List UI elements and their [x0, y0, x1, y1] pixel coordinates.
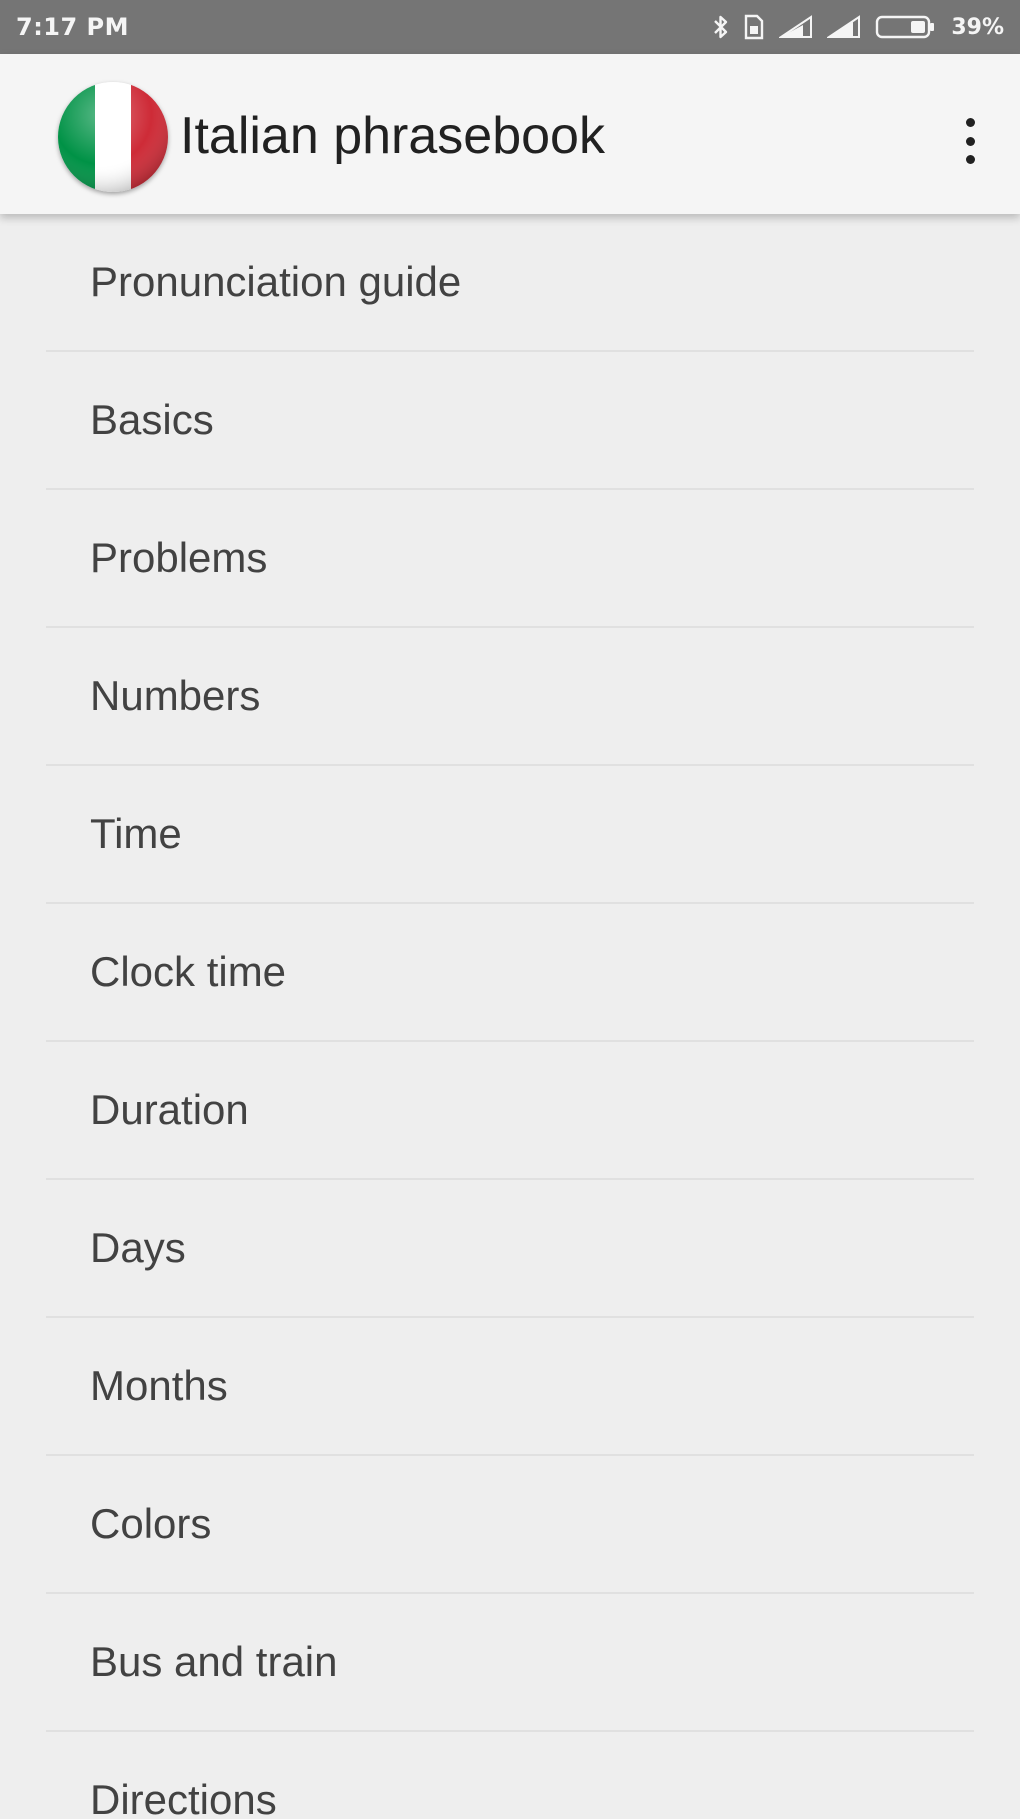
sim-icon	[743, 14, 765, 40]
list-item[interactable]: Numbers	[0, 628, 1020, 766]
list-item-label: Months	[90, 1362, 228, 1409]
bluetooth-icon	[713, 14, 729, 40]
list-item[interactable]: Duration	[0, 1042, 1020, 1180]
list-item-label: Directions	[90, 1776, 277, 1819]
list-item-label: Time	[90, 810, 182, 857]
list-item[interactable]: Clock time	[0, 904, 1020, 1042]
list-item[interactable]: Colors	[0, 1456, 1020, 1594]
status-time: 7:17 PM	[16, 13, 130, 41]
topic-list: Pronunciation guide Basics Problems Numb…	[0, 214, 1020, 1819]
list-item[interactable]: Days	[0, 1180, 1020, 1318]
list-item-label: Problems	[90, 534, 268, 581]
more-options-button[interactable]	[950, 112, 990, 170]
italian-flag-icon	[58, 82, 168, 192]
app-bar: Italian phrasebook	[0, 54, 1020, 214]
status-icons: 39%	[713, 10, 1004, 44]
signal-icon	[827, 15, 861, 39]
list-item-label: Pronunciation guide	[90, 258, 462, 305]
list-item[interactable]: Months	[0, 1318, 1020, 1456]
screen: 7:17 PM 39% Italian phrasebook Pronuncia…	[0, 0, 1020, 1819]
status-bar: 7:17 PM 39%	[0, 0, 1020, 54]
list-item[interactable]: Bus and train	[0, 1594, 1020, 1732]
list-item[interactable]: Directions	[0, 1732, 1020, 1819]
battery-percent: 39%	[951, 14, 1004, 40]
list-item-label: Numbers	[90, 672, 261, 719]
more-vert-icon	[965, 118, 975, 127]
list-item[interactable]: Time	[0, 766, 1020, 904]
list-item-label: Bus and train	[90, 1638, 338, 1685]
signal-icon	[779, 15, 813, 39]
list-item-label: Colors	[90, 1500, 212, 1547]
list-item-label: Days	[90, 1224, 186, 1271]
battery-icon	[875, 14, 937, 40]
list-item[interactable]: Problems	[0, 490, 1020, 628]
list-item[interactable]: Basics	[0, 352, 1020, 490]
list-item-label: Basics	[90, 396, 214, 443]
list-item-label: Clock time	[90, 948, 287, 995]
list-item-label: Duration	[90, 1086, 249, 1133]
list-item[interactable]: Pronunciation guide	[0, 214, 1020, 352]
more-vert-icon-dot	[965, 136, 975, 146]
more-vert-icon-dot	[965, 155, 975, 164]
app-title: Italian phrasebook	[180, 107, 605, 165]
